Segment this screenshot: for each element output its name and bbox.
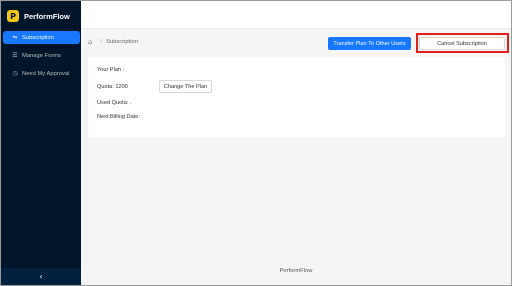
sidebar-collapse-button[interactable]: ‹ [1, 268, 81, 285]
list-icon: ☰ [12, 52, 18, 59]
sidebar-item-need-my-approval[interactable]: ◷ Need My Approval [3, 67, 80, 80]
breadcrumb-current: Subscription [106, 39, 138, 45]
brand-logo-icon: P [7, 10, 19, 22]
subscription-icon: ⇋ [12, 34, 18, 41]
quota-label: Quota: 1200 [97, 84, 128, 90]
sidebar-item-label: Manage Forms [22, 52, 61, 59]
top-bar [81, 1, 511, 29]
sidebar-item-label: Need My Approval [22, 70, 70, 77]
breadcrumb-separator: / [100, 39, 103, 45]
sidebar-item-label: Subscription [22, 34, 54, 41]
home-icon[interactable]: ⌂ [88, 38, 92, 46]
clock-icon: ◷ [12, 70, 18, 77]
used-quota-label: Used Quota: . [97, 100, 132, 106]
next-billing-label: Next Billing Date: [97, 114, 140, 120]
brand-name: PerformFlow [24, 11, 70, 21]
sidebar-menu: ⇋ Subscription ☰ Manage Forms ◷ Need My … [3, 31, 80, 85]
change-plan-button[interactable]: Change The Plan [159, 80, 212, 93]
footer: PerformFlow [279, 268, 313, 274]
sidebar-item-manage-forms[interactable]: ☰ Manage Forms [3, 49, 80, 62]
brand[interactable]: P PerformFlow [7, 9, 70, 23]
plan-card: Your Plan : Quota: 1200 Used Quota: . Ne… [88, 57, 505, 137]
breadcrumb: ⌂ / Subscription [88, 37, 138, 47]
sidebar-item-subscription[interactable]: ⇋ Subscription [3, 31, 80, 44]
cancel-subscription-button[interactable]: Cancel Subscription [419, 37, 505, 50]
transfer-plan-button[interactable]: Transfer Plan To Other Users [328, 37, 411, 50]
your-plan-label: Your Plan : [97, 67, 125, 73]
sidebar: P PerformFlow ⇋ Subscription ☰ Manage Fo… [1, 1, 81, 285]
